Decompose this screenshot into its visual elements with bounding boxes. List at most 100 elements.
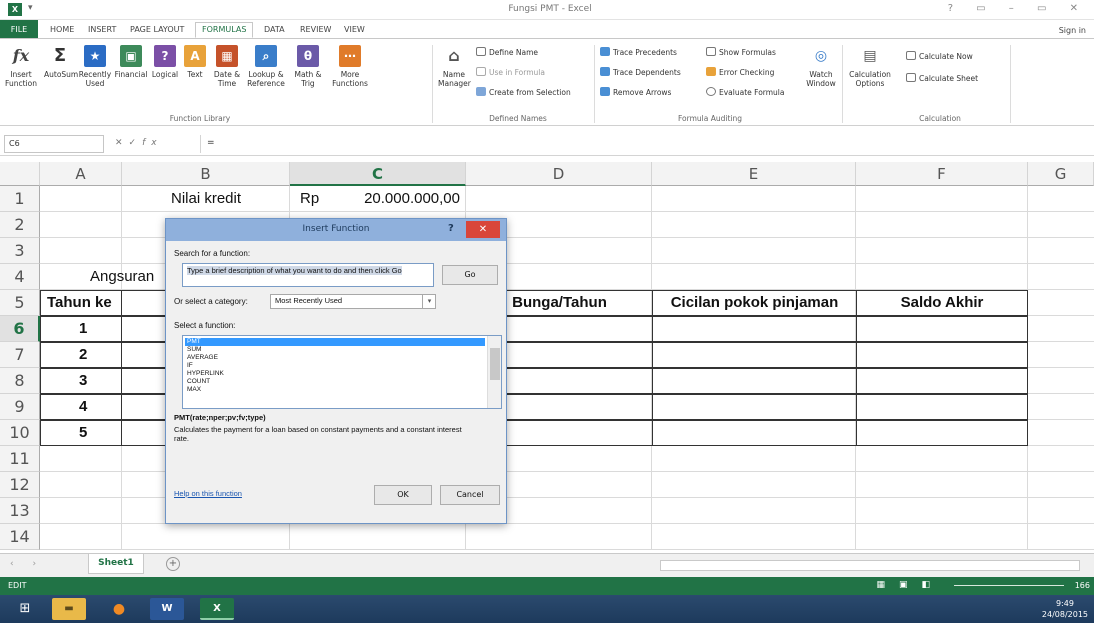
function-list-item[interactable]: AVERAGE — [185, 354, 485, 362]
cell-c1[interactable]: Rp 20.000.000,00 — [290, 186, 466, 212]
cell-b1[interactable]: Nilai kredit — [122, 186, 290, 212]
zoom-level[interactable]: 166 — [1075, 581, 1090, 590]
text-button[interactable]: A Text — [182, 45, 208, 79]
column-header-d[interactable]: D — [466, 162, 652, 186]
cell-a10[interactable]: 5 — [40, 420, 122, 446]
function-list[interactable]: PMT SUM AVERAGE IF HYPERLINK COUNT MAX — [182, 335, 502, 409]
page-break-view-icon[interactable]: ◧ — [921, 580, 944, 590]
row-header-3[interactable]: 3 — [0, 238, 40, 264]
define-name-button[interactable]: Define Name — [476, 47, 538, 57]
zoom-slider[interactable] — [954, 585, 1064, 586]
tab-file[interactable]: FILE — [0, 20, 38, 39]
close-icon[interactable]: ✕ — [115, 138, 129, 148]
sheet-nav-arrows-icon[interactable]: ‹ › — [10, 559, 44, 569]
cell-a5[interactable]: Tahun ke — [40, 290, 122, 316]
watch-window-button[interactable]: ◎ Watch Window — [804, 45, 838, 88]
error-checking-button[interactable]: Error Checking — [706, 67, 774, 77]
row-header-4[interactable]: 4 — [0, 264, 40, 290]
tab-formulas[interactable]: FORMULAS — [195, 22, 254, 38]
date-time-button[interactable]: ▦ Date & Time — [210, 45, 244, 88]
row-header-7[interactable]: 7 — [0, 342, 40, 368]
row-header-10[interactable]: 10 — [0, 420, 40, 446]
cancel-button[interactable]: Cancel — [440, 485, 500, 505]
cell-a7[interactable]: 2 — [40, 342, 122, 368]
recently-used-button[interactable]: ★ Recently Used — [78, 45, 112, 88]
dialog-close-button[interactable]: ✕ — [466, 221, 500, 238]
column-header-f[interactable]: F — [856, 162, 1028, 186]
horizontal-scrollbar[interactable] — [660, 560, 1080, 571]
add-sheet-icon[interactable]: + — [166, 557, 180, 571]
insert-function-button[interactable]: fx Insert Function — [4, 45, 38, 88]
select-all-corner[interactable] — [0, 162, 40, 186]
checkmark-icon[interactable]: ✓ — [129, 138, 143, 148]
column-header-b[interactable]: B — [122, 162, 290, 186]
tab-page-layout[interactable]: PAGE LAYOUT — [130, 23, 184, 39]
show-formulas-button[interactable]: Show Formulas — [706, 47, 776, 57]
row-header-1[interactable]: 1 — [0, 186, 40, 212]
function-list-scrollbar[interactable] — [487, 336, 501, 408]
formula-bar-icons[interactable]: ✕✓fx — [115, 138, 163, 148]
create-from-selection-button[interactable]: Create from Selection — [476, 87, 571, 97]
cell-f10[interactable] — [856, 420, 1028, 446]
trace-precedents-button[interactable]: Trace Precedents — [600, 47, 677, 57]
column-header-c[interactable]: C — [290, 162, 466, 186]
tab-home[interactable]: HOME — [50, 23, 74, 39]
more-functions-button[interactable]: ⋯ More Functions — [330, 45, 370, 88]
calculate-now-button[interactable]: Calculate Now — [906, 51, 973, 61]
column-header-g[interactable]: G — [1028, 162, 1094, 186]
remove-arrows-button[interactable]: Remove Arrows — [600, 87, 671, 97]
cell-f8[interactable] — [856, 368, 1028, 394]
sign-in-link[interactable]: Sign in — [1059, 26, 1086, 35]
windows-start-icon[interactable]: ⊞ — [8, 598, 42, 620]
row-header-12[interactable]: 12 — [0, 472, 40, 498]
sheet-tab-sheet1[interactable]: Sheet1 — [88, 554, 144, 574]
financial-button[interactable]: ▣ Financial — [114, 45, 148, 79]
firefox-icon[interactable]: ● — [102, 598, 136, 620]
window-controls[interactable]: ? ▭ – ▭ ✕ — [948, 3, 1088, 14]
row-header-5[interactable]: 5 — [0, 290, 40, 316]
cell-a8[interactable]: 3 — [40, 368, 122, 394]
cell-f6[interactable] — [856, 316, 1028, 342]
cell-a9[interactable]: 4 — [40, 394, 122, 420]
autosum-button[interactable]: Σ AutoSum — [44, 45, 78, 79]
dialog-help-icon[interactable]: ? — [448, 223, 454, 234]
dialog-title-bar[interactable]: Insert Function ? ✕ — [166, 219, 506, 241]
math-trig-button[interactable]: θ Math & Trig — [290, 45, 326, 88]
calculation-options-button[interactable]: ▤ Calculation Options — [848, 45, 892, 88]
function-list-item[interactable]: IF — [185, 362, 485, 370]
row-header-9[interactable]: 9 — [0, 394, 40, 420]
row-header-13[interactable]: 13 — [0, 498, 40, 524]
calculate-sheet-button[interactable]: Calculate Sheet — [906, 73, 978, 83]
tab-review[interactable]: REVIEW — [300, 23, 331, 39]
name-manager-button[interactable]: ⌂ Name Manager — [438, 45, 471, 88]
column-header-e[interactable]: E — [652, 162, 856, 186]
chevron-down-icon[interactable]: ▾ — [422, 294, 436, 309]
tab-data[interactable]: DATA — [264, 23, 285, 39]
lookup-reference-button[interactable]: ⌕ Lookup & Reference — [246, 45, 286, 88]
help-on-function-link[interactable]: Help on this function — [174, 489, 242, 498]
function-list-item[interactable]: SUM — [185, 346, 485, 354]
cell-e5[interactable]: Cicilan pokok pinjaman — [652, 290, 857, 316]
go-button[interactable]: Go — [442, 265, 498, 285]
page-layout-view-icon[interactable]: ▣ — [899, 580, 922, 590]
cell-a6[interactable]: 1 — [40, 316, 122, 342]
view-buttons[interactable]: ▦▣◧ — [876, 580, 944, 590]
category-select[interactable]: Most Recently Used — [270, 294, 436, 309]
cell-e10[interactable] — [652, 420, 857, 446]
word-icon[interactable]: W — [150, 598, 184, 620]
normal-view-icon[interactable]: ▦ — [876, 580, 899, 590]
row-header-8[interactable]: 8 — [0, 368, 40, 394]
row-header-11[interactable]: 11 — [0, 446, 40, 472]
file-explorer-icon[interactable]: ▬ — [52, 598, 86, 620]
cell-f5[interactable]: Saldo Akhir — [856, 290, 1028, 316]
function-list-item[interactable]: MAX — [185, 386, 485, 394]
function-list-item[interactable]: PMT — [185, 338, 485, 346]
row-header-6[interactable]: 6 — [0, 316, 40, 342]
cell-e6[interactable] — [652, 316, 857, 342]
scrollbar-thumb[interactable] — [490, 348, 500, 380]
row-header-2[interactable]: 2 — [0, 212, 40, 238]
excel-taskbar-icon[interactable]: X — [200, 598, 234, 620]
formula-input[interactable]: = — [200, 135, 1090, 153]
cell-f9[interactable] — [856, 394, 1028, 420]
function-list-item[interactable]: HYPERLINK — [185, 370, 485, 378]
